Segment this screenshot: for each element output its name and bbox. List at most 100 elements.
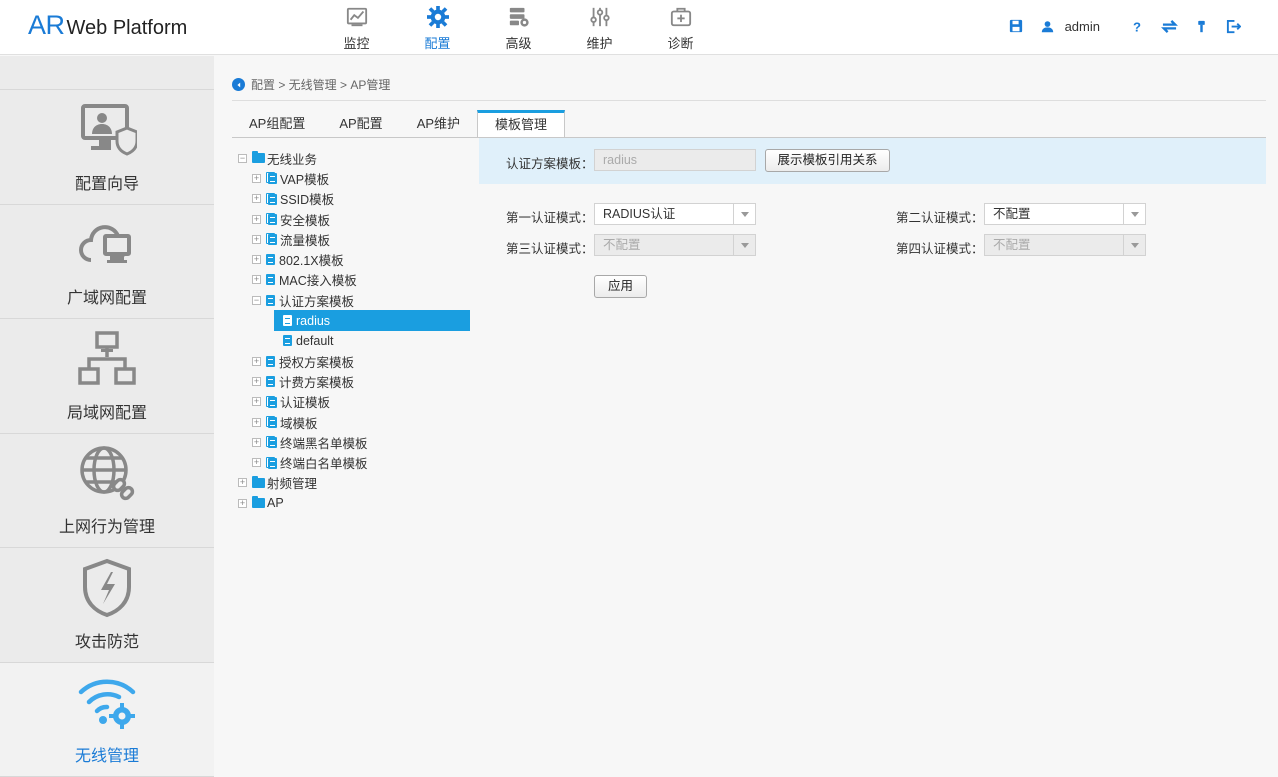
document-icon	[266, 254, 275, 265]
tree-node-radio[interactable]: +射频管理	[238, 473, 470, 493]
template-group-icon	[266, 233, 277, 245]
nav-diagnose-label: 诊断	[667, 33, 693, 52]
tree-node[interactable]: +终端白名单模板	[238, 452, 470, 472]
tree-node[interactable]: +计费方案模板	[238, 371, 470, 391]
medical-kit-icon	[669, 6, 693, 28]
sidebar-top-spacer	[0, 56, 214, 90]
tree-node[interactable]: +终端黑名单模板	[238, 432, 470, 452]
switch-icon[interactable]	[1160, 17, 1178, 35]
auth-scheme-label: 认证方案模板：	[506, 153, 594, 172]
document-icon	[266, 274, 275, 285]
tools-icon[interactable]	[1192, 17, 1210, 35]
document-icon	[266, 376, 275, 387]
expand-toggle-icon[interactable]: +	[252, 357, 261, 366]
tree-node-radius[interactable]: radius	[274, 310, 470, 330]
show-template-references-button[interactable]: 展示模板引用关系	[765, 149, 890, 172]
template-group-icon	[266, 416, 277, 428]
sidebar-item-label: 广域网配置	[67, 284, 147, 308]
mode2-select[interactable]: 不配置	[984, 203, 1146, 225]
chevron-down-icon[interactable]	[733, 204, 755, 224]
tree-node[interactable]: +授权方案模板	[238, 351, 470, 371]
username[interactable]: admin	[1065, 19, 1100, 34]
save-icon[interactable]	[1007, 17, 1025, 35]
tree-node-default[interactable]: default	[238, 331, 470, 351]
sidebar: 配置向导 广域网配置 局域网配置 上网行为管理 攻击防范 无线管理	[0, 56, 214, 776]
nav-diagnose[interactable]: 诊断	[640, 4, 721, 52]
sidebar-item-attack-defense[interactable]: 攻击防范	[0, 548, 214, 663]
expand-toggle-icon[interactable]: +	[252, 215, 261, 224]
nav-maintenance[interactable]: 维护	[559, 4, 640, 52]
sidebar-item-wireless[interactable]: 无线管理	[0, 663, 214, 777]
apply-button[interactable]: 应用	[594, 275, 647, 298]
chevron-down-icon	[733, 235, 755, 255]
tree-node[interactable]: +MAC接入模板	[238, 270, 470, 290]
nav-advanced-label: 高级	[505, 33, 531, 52]
tab-ap-maintenance[interactable]: AP维护	[400, 110, 477, 138]
tree-node[interactable]: +安全模板	[238, 209, 470, 229]
mode1-label: 第一认证模式：	[506, 207, 594, 226]
divider	[232, 100, 1266, 101]
expand-toggle-icon[interactable]: +	[252, 418, 261, 427]
nav-config[interactable]: 配置	[397, 4, 478, 52]
tab-ap-config[interactable]: AP配置	[322, 110, 399, 138]
folder-icon	[252, 478, 265, 488]
expand-toggle-icon[interactable]: +	[252, 174, 261, 183]
expand-toggle-icon[interactable]: +	[252, 275, 261, 284]
tree-node[interactable]: +VAP模板	[238, 168, 470, 188]
breadcrumb: 配置 > 无线管理 > AP管理	[232, 76, 390, 93]
expand-toggle-icon[interactable]: +	[252, 438, 261, 447]
template-group-icon	[266, 457, 277, 469]
nav-maintenance-label: 维护	[586, 33, 612, 52]
tab-ap-group-config[interactable]: AP组配置	[232, 110, 322, 138]
user-icon	[1039, 17, 1057, 35]
nav-advanced[interactable]: 高级	[478, 4, 559, 52]
tree-node[interactable]: +802.1X模板	[238, 249, 470, 269]
folder-icon	[252, 153, 265, 163]
mode2-label: 第二认证模式：	[896, 207, 984, 226]
tree-node[interactable]: +域模板	[238, 412, 470, 432]
tab-template-management[interactable]: 模板管理	[477, 110, 565, 138]
tree-node[interactable]: +流量模板	[238, 229, 470, 249]
sidebar-item-label: 配置向导	[75, 170, 139, 194]
header-tools: admin ?	[993, 17, 1242, 35]
document-icon	[266, 356, 275, 367]
sidebar-item-label: 上网行为管理	[59, 513, 155, 537]
sidebar-item-config-wizard[interactable]: 配置向导	[0, 90, 214, 205]
back-arrow-icon[interactable]	[232, 78, 245, 91]
tree-node-ap[interactable]: +AP	[238, 493, 470, 513]
help-icon[interactable]: ?	[1128, 17, 1146, 35]
expand-toggle-icon[interactable]: +	[252, 397, 261, 406]
monitor-chart-icon	[345, 6, 369, 28]
tree-node-auth-scheme[interactable]: −认证方案模板	[238, 290, 470, 310]
shield-lightning-icon	[77, 558, 137, 618]
expand-toggle-icon[interactable]: +	[252, 255, 261, 264]
document-icon	[283, 315, 292, 326]
mode1-select[interactable]: RADIUS认证	[594, 203, 756, 225]
sidebar-item-lan[interactable]: 局域网配置	[0, 319, 214, 434]
nav-monitor[interactable]: 监控	[316, 4, 397, 52]
sidebar-item-wan[interactable]: 广域网配置	[0, 205, 214, 320]
tree-node[interactable]: +认证模板	[238, 392, 470, 412]
collapse-toggle-icon[interactable]: −	[238, 154, 247, 163]
document-icon	[266, 295, 275, 306]
expand-toggle-icon[interactable]: +	[252, 377, 261, 386]
mode3-label: 第三认证模式：	[506, 238, 594, 257]
tree-node[interactable]: +SSID模板	[238, 189, 470, 209]
auth-scheme-input: radius	[594, 149, 756, 171]
expand-toggle-icon[interactable]: +	[238, 478, 247, 487]
document-icon	[283, 335, 292, 346]
gear-icon	[426, 6, 450, 28]
chevron-down-icon[interactable]	[1123, 204, 1145, 224]
expand-toggle-icon[interactable]: +	[238, 499, 247, 508]
cloud-computer-icon	[77, 214, 137, 274]
mode4-label: 第四认证模式：	[896, 238, 984, 257]
sidebar-item-behavior[interactable]: 上网行为管理	[0, 434, 214, 549]
mode3-select: 不配置	[594, 234, 756, 256]
expand-toggle-icon[interactable]: +	[252, 458, 261, 467]
tree-node-root[interactable]: − 无线业务	[238, 148, 470, 168]
expand-toggle-icon[interactable]: +	[252, 235, 261, 244]
expand-toggle-icon[interactable]: +	[252, 194, 261, 203]
collapse-toggle-icon[interactable]: −	[252, 296, 261, 305]
main-nav: 监控 配置 高级 维护 诊断	[316, 4, 721, 52]
logout-icon[interactable]	[1224, 17, 1242, 35]
